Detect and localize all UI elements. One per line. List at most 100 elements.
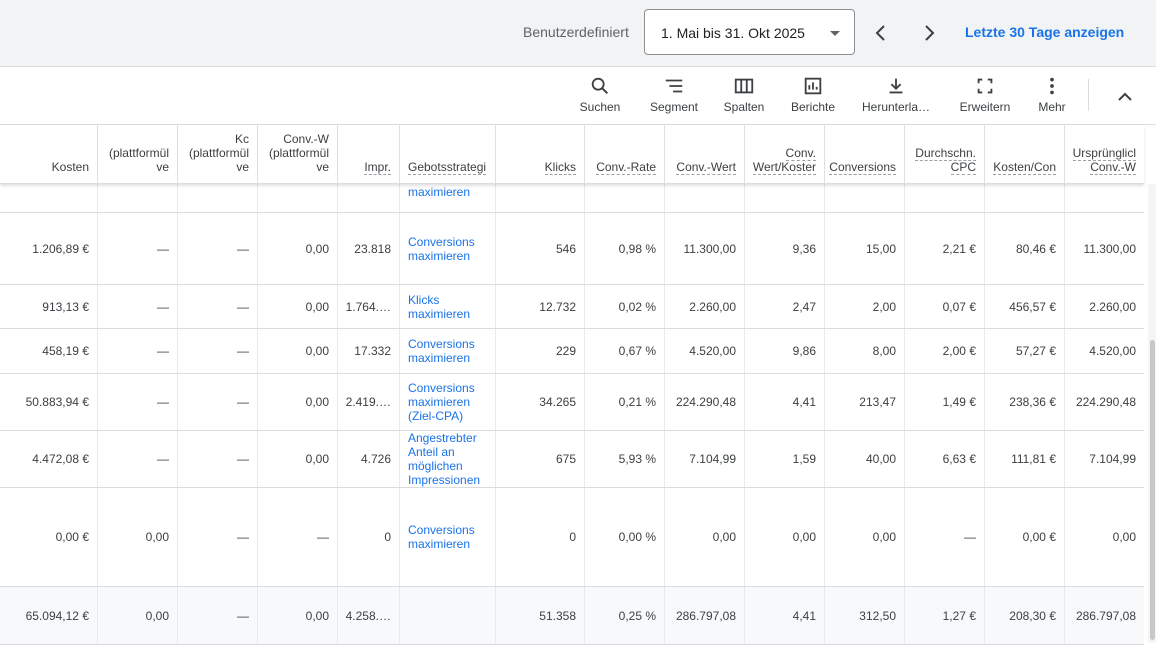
table-cell-c1: — [98,329,178,373]
cell-value: 312,50 [859,608,896,623]
cell-value: 0,00 [145,608,169,623]
table-cell-c1: 0,00 [98,587,178,644]
header-col-1[interactable]: (plattformül ve [98,125,178,183]
table-cell: maximieren [400,183,496,212]
bid-strategy-link[interactable]: maximieren [408,185,491,199]
collapse-button[interactable] [1113,85,1137,109]
table-cell-rate: 5,93 % [585,431,665,487]
cell-value: 111,81 € [1011,452,1056,466]
table-row-partial: maximieren [0,183,1144,213]
table-row[interactable]: 0,00 € 0,00 — — 0 Conversions maximieren 0 0,00… [0,488,1144,587]
cell-value: 1.206,89 € [32,241,89,256]
table-cell-c1: 0,00 [98,488,178,586]
search-icon [591,77,609,95]
header-conv-rate[interactable]: Conv.-Rate [585,125,665,183]
header-label: Impr. [364,160,391,175]
table-toolbar: Suchen Segment Spalten Berichte Herunter… [0,67,1156,125]
header-conversions[interactable]: Conversions [825,125,905,183]
table-cell-klicks: 51.358 [496,587,585,644]
header-col-3[interactable]: Conv.-W (plattformül ve [258,125,338,183]
header-label: Klicks [544,160,576,175]
table-cell-rate: 0,00 % [585,488,665,586]
cell-value: 0,00 [145,530,169,544]
header-impr[interactable]: Impr. [338,125,400,183]
cell-value: 0,21 % [618,395,656,409]
cell-value: 12.732 [539,299,576,314]
bid-strategy-link[interactable]: Angestrebter Anteil an möglichen Impress… [408,431,491,487]
header-kosten-conv[interactable]: Kosten/Con [985,125,1065,183]
table-cell-wert: 224.290,48 [665,374,745,430]
header-label: Ursprünglicl Conv.-W [1072,146,1136,175]
table-cell-c3: 0,00 [258,431,338,487]
table-cell-rate: 0,25 % [585,587,665,644]
segment-button[interactable]: Segment [644,75,704,119]
table-total-row[interactable]: 65.094,12 € 0,00 — 0,00 4.258.… 51.358 0,25 % 2… [0,587,1144,645]
bid-strategy-link[interactable]: Conversions maximieren [408,235,491,263]
cell-value: 0,00 [712,530,736,544]
next-period-button[interactable] [915,19,943,47]
bid-strategy-link[interactable]: Klicks maximieren [408,293,491,321]
cell-value: 286.797,08 [1075,608,1136,623]
header-wert-kosten[interactable]: Conv. Wert/Koster [745,125,825,183]
scrollbar-thumb[interactable] [1150,340,1155,640]
columns-label: Spalten [723,100,765,114]
expand-label: Erweitern [959,100,1011,114]
header-label: Conv.-Wert [676,160,736,175]
header-label: Conv.-Rate [596,160,656,175]
table-cell [496,183,585,212]
header-kosten[interactable]: Kosten [0,125,98,183]
cell-value: — [317,530,329,544]
cell-value: 0,00 [305,241,329,256]
previous-period-button[interactable] [867,19,895,47]
bid-strategy-link[interactable]: Conversions maximieren [408,523,491,551]
table-row[interactable]: 4.472,08 € — — 0,00 4.726 Angestrebter Anteil… [0,431,1144,488]
header-conv-wert[interactable]: Conv.-Wert [665,125,745,183]
cell-value: 0,00 € [55,530,89,544]
table-row[interactable]: 1.206,89 € — — 0,00 23.818 Conversions maximi… [0,213,1144,285]
date-range-value: 1. Mai bis 31. Okt 2025 [661,25,805,41]
bid-strategy-link[interactable]: Conversions maximieren (Ziel-CPA) [408,381,491,423]
table-row[interactable]: 50.883,94 € — — 0,00 2.419.… Conversions maxi… [0,374,1144,431]
more-button[interactable]: Mehr [1034,75,1070,119]
last-30-days-link[interactable]: Letzte 30 Tage anzeigen [965,24,1124,40]
table-cell-orig: 0,00 [1065,488,1144,586]
cell-value: 224.290,48 [675,395,736,409]
cell-value: 2.260,00 [689,299,736,314]
table-cell-wk: 1,59 [745,431,825,487]
table-cell-kc: 57,27 € [985,329,1065,373]
header-klicks[interactable]: Klicks [496,125,585,183]
table-cell [665,183,745,212]
search-button[interactable]: Suchen [574,75,626,119]
reports-button[interactable]: Berichte [785,75,841,119]
cell-value: 11.300,00 [1083,241,1137,256]
table-cell-conv: 15,00 [825,213,905,284]
header-col-2[interactable]: Kc (plattformül ve [178,125,258,183]
cell-value: — [237,299,249,314]
cell-value: 229 [555,344,576,358]
table-cell-kosten: 458,19 € [0,329,98,373]
table-header: Kosten (plattformül ve Kc (plattformül ve C… [0,125,1144,184]
table-cell [98,183,178,212]
cell-value: 238,36 € [1009,395,1056,409]
header-urspr-conv-wert[interactable]: Ursprünglicl Conv.-W [1065,125,1144,183]
table-cell-kosten: 913,13 € [0,285,98,328]
table-row[interactable]: 458,19 € — — 0,00 17.332 Conversions maximier… [0,329,1144,374]
cell-value: 1,59 [792,452,816,466]
table-cell-cpc: 0,07 € [905,285,985,328]
table-cell-cpc: 1,49 € [905,374,985,430]
header-cpc[interactable]: Durchschn. CPC [905,125,985,183]
header-gebotsstrategie[interactable]: Gebotsstrategi [400,125,496,183]
table-row[interactable]: 913,13 € — — 0,00 1.764.… Klicks maximieren 12… [0,285,1144,329]
table-cell [985,183,1065,212]
download-button[interactable]: Herunterla… [858,75,934,119]
bid-strategy-link[interactable]: Conversions maximieren [408,337,491,365]
cell-value: 675 [555,452,576,466]
date-range-select[interactable]: 1. Mai bis 31. Okt 2025 [644,9,855,55]
expand-button[interactable]: Erweitern [955,75,1015,119]
table-cell-orig: 2.260,00 [1065,285,1144,328]
columns-button[interactable]: Spalten [719,75,769,119]
table-cell-wk: 4,41 [745,587,825,644]
cell-value: 50.883,94 € [25,395,89,409]
table-cell-klicks: 675 [496,431,585,487]
cell-value: 0,00 [872,530,896,544]
